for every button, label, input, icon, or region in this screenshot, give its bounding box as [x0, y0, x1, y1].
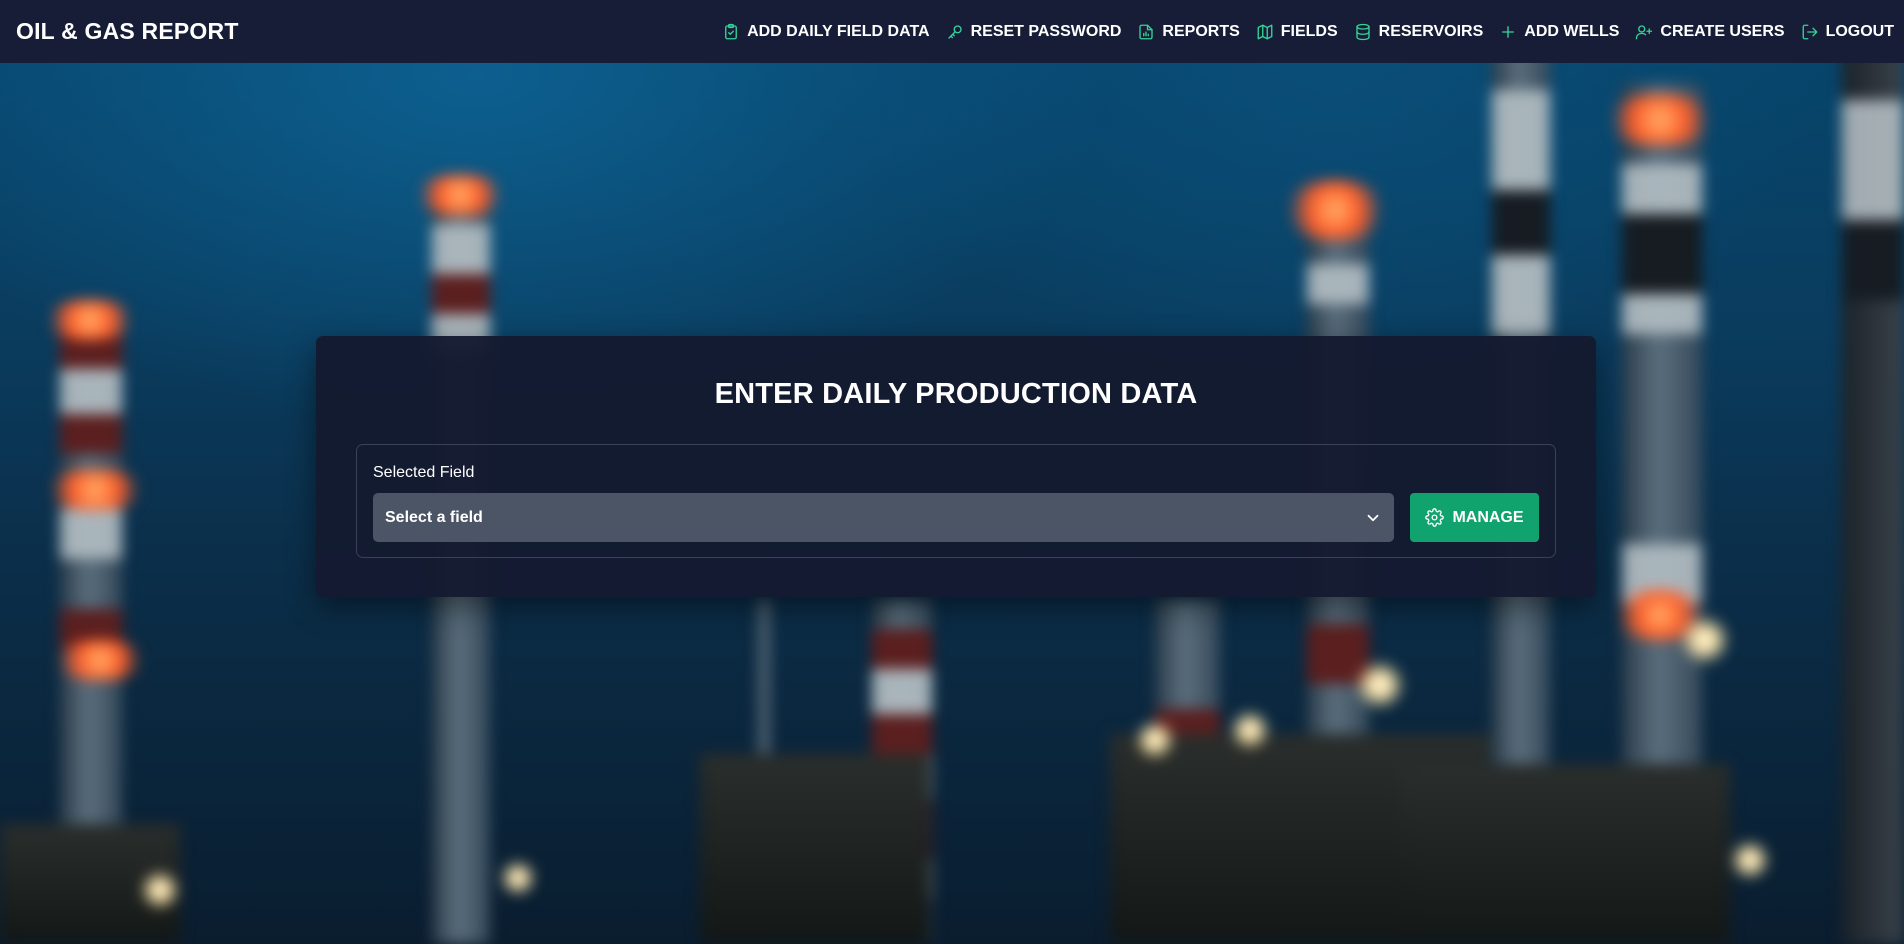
- nav-reservoirs[interactable]: RESERVOIRS: [1354, 22, 1484, 41]
- chimney: [1842, 0, 1904, 944]
- nav-label: CREATE USERS: [1660, 22, 1785, 40]
- production-data-card: ENTER DAILY PRODUCTION DATA Selected Fie…: [316, 336, 1596, 597]
- nav-label: ADD DAILY FIELD DATA: [747, 22, 930, 40]
- gear-icon: [1425, 508, 1445, 527]
- nav-label: FIELDS: [1280, 22, 1338, 40]
- nav-add-daily-field-data[interactable]: ADD DAILY FIELD DATA: [722, 23, 930, 41]
- nav-label: ADD WELLS: [1524, 22, 1620, 40]
- nav-label: RESET PASSWORD: [970, 22, 1122, 40]
- nav-label: LOGOUT: [1825, 22, 1894, 40]
- manage-button-label: MANAGE: [1452, 508, 1524, 526]
- logout-icon: [1802, 24, 1817, 39]
- key-icon: [947, 24, 962, 39]
- nav-logout[interactable]: LOGOUT: [1801, 23, 1894, 41]
- field-select[interactable]: Select a field: [373, 493, 1394, 542]
- page-title: ENTER DAILY PRODUCTION DATA: [714, 378, 1198, 410]
- manage-button[interactable]: MANAGE: [1410, 493, 1539, 542]
- nav-label: REPORTS: [1162, 22, 1240, 40]
- file-chart-icon: [1139, 24, 1154, 39]
- field-select-value: Select a field: [385, 508, 483, 526]
- nav-create-users[interactable]: CREATE USERS: [1635, 22, 1785, 41]
- map-icon: [1257, 24, 1273, 39]
- app-title[interactable]: OIL & GAS REPORT: [16, 18, 239, 45]
- chevron-down-icon: [1367, 514, 1379, 521]
- selected-field-label: Selected Field: [373, 464, 475, 481]
- plus-icon: [1502, 25, 1515, 38]
- nav-add-wells[interactable]: ADD WELLS: [1499, 23, 1619, 41]
- field-selection-panel: Selected Field Select a field MANAGE: [356, 444, 1556, 558]
- top-navbar: OIL & GAS REPORT ADD DAILY FIELD DATA RE…: [0, 0, 1904, 63]
- user-plus-icon: [1636, 24, 1653, 39]
- nav-fields[interactable]: FIELDS: [1256, 23, 1338, 41]
- nav-reset-password[interactable]: RESET PASSWORD: [946, 22, 1122, 41]
- nav-label: RESERVOIRS: [1378, 22, 1484, 40]
- clipboard-check-icon: [725, 23, 737, 39]
- database-icon: [1355, 23, 1370, 40]
- nav-reports[interactable]: REPORTS: [1137, 22, 1240, 41]
- main-nav: ADD DAILY FIELD DATA RESET PASSWORD REPO…: [722, 23, 1894, 41]
